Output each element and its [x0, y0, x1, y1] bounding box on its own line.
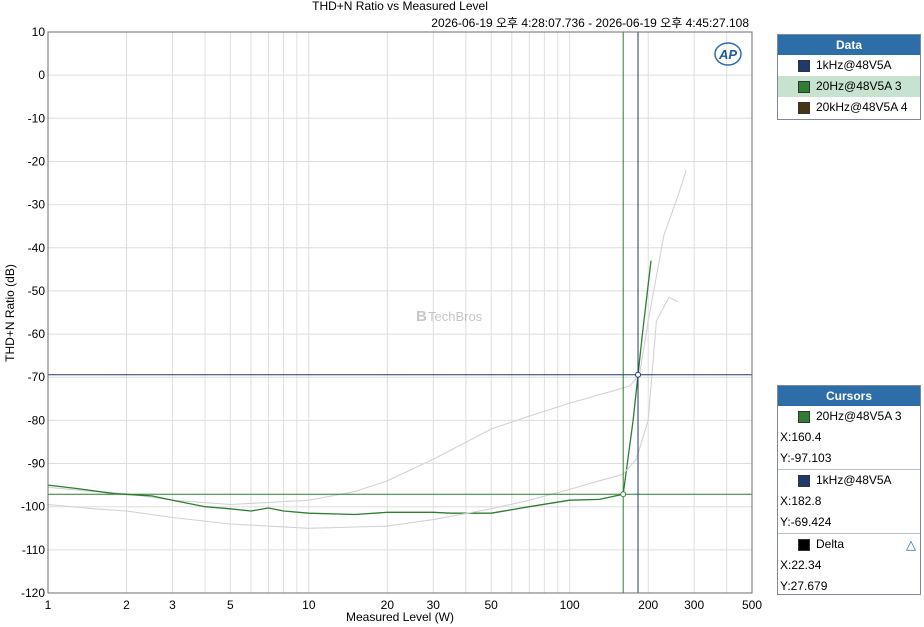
x-tick-label: 200: [638, 598, 658, 612]
ap-logo: AP: [714, 42, 742, 66]
cursor-layer[interactable]: [48, 32, 752, 593]
x-tick-label: 100: [560, 598, 580, 612]
x-tick-label: 50: [484, 598, 498, 612]
legend-item-20khz[interactable]: 20kHz@48V5A 4: [778, 97, 920, 118]
legend-swatch: [798, 101, 810, 114]
y-tick-label: -80: [28, 413, 46, 427]
x-tick-label: 500: [742, 598, 762, 612]
y-tick-label: -120: [21, 586, 45, 600]
cursor1-y: Y:-97.103: [780, 451, 832, 465]
y-axis-label: THD+N Ratio (dB): [3, 264, 17, 362]
cursor2-x: X:182.8: [780, 494, 822, 508]
y-tick-label: -70: [28, 370, 46, 384]
y-tick-label: -50: [28, 284, 46, 298]
y-tick-label: -40: [28, 241, 46, 255]
y-tick-label: 0: [38, 68, 45, 82]
cursor1-name: 20Hz@48V5A 3: [816, 409, 902, 423]
watermark-text: TechBros: [428, 309, 483, 324]
delta-block[interactable]: Delta △ X:22.34 Y:27.679: [778, 533, 920, 597]
cursors-panel: Cursors 20Hz@48V5A 3 X:160.4 Y:-97.103 1…: [777, 385, 921, 595]
cursor1-marker: [620, 491, 627, 498]
y-tick-label: 10: [32, 25, 46, 39]
y-tick-label: -60: [28, 327, 46, 341]
grid: [47, 31, 753, 594]
cursor2-marker: [635, 371, 642, 378]
cursor2-swatch: [798, 474, 810, 487]
cursor1-swatch: [798, 410, 810, 423]
series-layer: [47, 169, 687, 529]
ap-logo-text: AP: [718, 47, 737, 62]
cursor2-y: Y:-69.424: [780, 515, 832, 529]
cursor2-name: 1kHz@48V5A: [816, 473, 892, 487]
cursor2-block[interactable]: 1kHz@48V5A X:182.8 Y:-69.424: [778, 469, 920, 533]
delta-name: Delta: [816, 537, 845, 551]
cursors-title: Cursors: [778, 386, 920, 406]
y-tick-label: -20: [28, 154, 46, 168]
x-tick-label: 2: [123, 598, 130, 612]
series-line-1: [47, 169, 687, 506]
legend-item-1khz[interactable]: 1kHz@48V5A: [778, 55, 920, 76]
y-tick-label: -100: [21, 500, 45, 514]
watermark: B TechBros: [416, 308, 483, 325]
legend-title: Data: [778, 35, 920, 55]
data-legend-panel: Data 1kHz@48V5A 20Hz@48V5A 3 20kHz@48V5A…: [777, 34, 921, 120]
legend-swatch: [798, 59, 810, 72]
x-tick-label: 10: [302, 598, 316, 612]
x-tick-label: 300: [684, 598, 704, 612]
x-tick-label: 1: [45, 598, 52, 612]
delta-triangle-icon[interactable]: △: [906, 537, 916, 553]
chart-title: THD+N Ratio vs Measured Level: [312, 0, 488, 13]
cursor1-x: X:160.4: [780, 430, 822, 444]
legend-label: 20Hz@48V5A 3: [816, 79, 902, 93]
delta-x: X:22.34: [780, 558, 822, 572]
x-axis-label: Measured Level (W): [346, 610, 454, 624]
legend-label: 20kHz@48V5A 4: [816, 100, 908, 114]
delta-swatch: [798, 538, 810, 551]
cursor1-block[interactable]: 20Hz@48V5A 3 X:160.4 Y:-97.103: [778, 406, 920, 469]
x-tick-label: 3: [169, 598, 176, 612]
x-tick-label: 5: [227, 598, 234, 612]
chart-subtitle: 2026-06-19 오후 4:28:07.736 - 2026-06-19 오…: [431, 16, 749, 30]
y-tick-label: -10: [28, 111, 46, 125]
plot-frame: [47, 31, 753, 594]
legend-label: 1kHz@48V5A: [816, 58, 892, 72]
legend-swatch: [798, 80, 810, 93]
delta-y: Y:27.679: [780, 579, 828, 593]
y-tick-label: -90: [28, 457, 46, 471]
series-line-3: [47, 296, 679, 529]
series-line-2: [47, 260, 652, 516]
y-tick-label: -30: [28, 198, 46, 212]
y-tick-label: -110: [22, 543, 45, 557]
svg-text:B: B: [416, 308, 427, 325]
axis-labels: 1 2 3 5 10 20 30 50 100 200 300 500100-10-20-30-40-…: [21, 25, 762, 612]
legend-item-20hz[interactable]: 20Hz@48V5A 3: [778, 76, 920, 97]
